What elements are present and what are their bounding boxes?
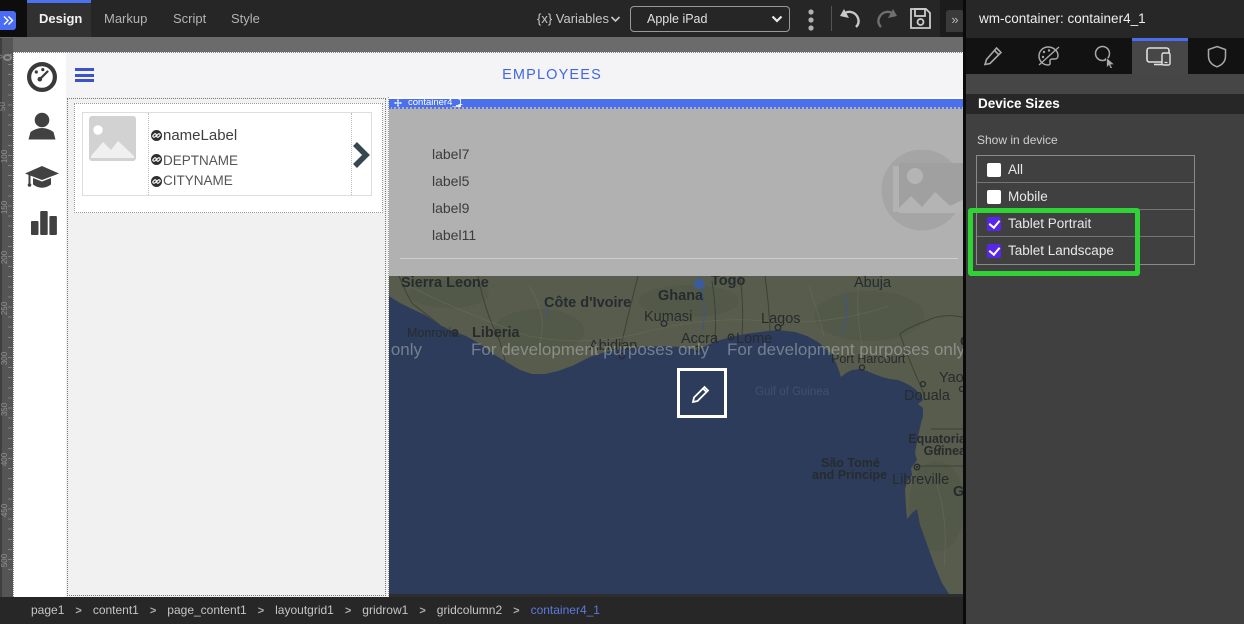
svg-text:Douala: Douala [904, 388, 951, 404]
svg-text:Guinea: Guinea [924, 444, 966, 458]
svg-text:Abuja: Abuja [854, 276, 892, 291]
svg-text:For development purposes only: For development purposes only [471, 340, 710, 359]
svg-text:Libreville: Libreville [892, 472, 949, 488]
svg-text:Togo: Togo [711, 276, 745, 289]
svg-text:Sierra Leone: Sierra Leone [401, 276, 489, 291]
svg-text:Liberia: Liberia [472, 325, 520, 341]
svg-text:Yaou: Yaou [939, 370, 966, 386]
svg-text:and Príncipe: and Príncipe [812, 468, 887, 482]
svg-text:Kumasi: Kumasi [644, 309, 692, 325]
svg-text:Ghana: Ghana [658, 288, 704, 304]
svg-text:Gulf of Guinea: Gulf of Guinea [755, 386, 830, 398]
svg-text:Lagos: Lagos [761, 311, 801, 327]
svg-text:For development purposes only: For development purposes only [727, 340, 966, 359]
svg-text:Monrovia: Monrovia [407, 326, 458, 340]
svg-text:Côte d'Ivoire: Côte d'Ivoire [544, 295, 631, 311]
svg-text:only: only [391, 340, 423, 359]
